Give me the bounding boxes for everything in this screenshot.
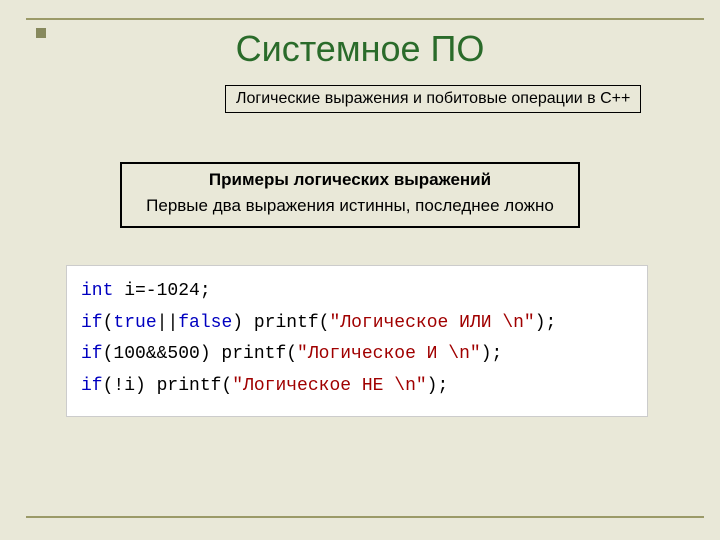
example-heading: Примеры логических выражений xyxy=(134,170,566,190)
subtitle-box: Логические выражения и побитовые операци… xyxy=(225,85,641,113)
example-box: Примеры логических выражений Первые два … xyxy=(120,162,580,228)
code-snippet: int i=-1024; if(true||false) printf("Лог… xyxy=(66,265,648,417)
subtitle-text: Логические выражения и побитовые операци… xyxy=(236,90,630,107)
top-divider xyxy=(26,18,704,20)
code-line-3: if(100&&500) printf("Логическое И \n"); xyxy=(81,339,637,371)
example-note: Первые два выражения истинны, последнее … xyxy=(134,196,566,216)
code-line-1: int i=-1024; xyxy=(81,276,637,308)
code-line-2: if(true||false) printf("Логическое ИЛИ \… xyxy=(81,308,637,340)
bottom-divider xyxy=(26,516,704,518)
slide-title: Системное ПО xyxy=(0,28,720,70)
code-line-4: if(!i) printf("Логическое НЕ \n"); xyxy=(81,371,637,403)
